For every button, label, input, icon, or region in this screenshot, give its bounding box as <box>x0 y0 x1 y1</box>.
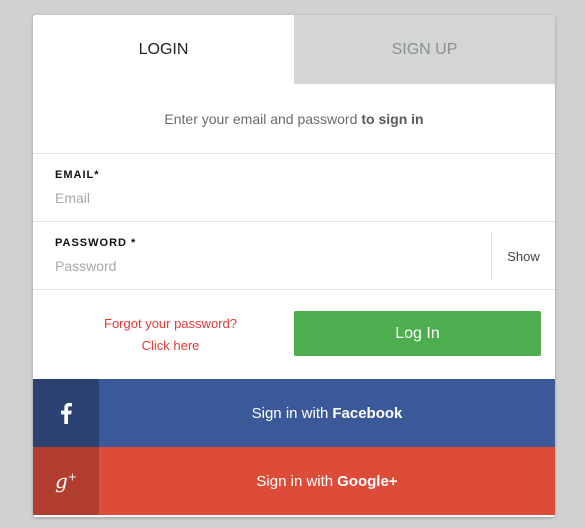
login-card: LOGIN SIGN UP Enter your email and passw… <box>33 15 555 517</box>
forgot-password: Forgot your password? Click here <box>33 290 308 379</box>
facebook-brand-text: Facebook <box>332 404 403 422</box>
google-signin-button[interactable]: g+ Sign in with Google+ <box>33 447 555 515</box>
email-field-group: EMAIL* <box>33 154 555 222</box>
password-field-group: PASSWORD * Show <box>33 222 555 290</box>
auth-tabs: LOGIN SIGN UP <box>33 15 555 84</box>
google-brand-text: Google+ <box>337 472 398 490</box>
login-button[interactable]: Log In <box>294 311 541 356</box>
google-plus-icon: g+ <box>33 447 99 515</box>
show-password-wrapper: Show <box>491 233 555 279</box>
google-signin-label: Sign in with Google+ <box>99 447 555 515</box>
google-signin-prefix: Sign in with <box>256 472 334 490</box>
facebook-signin-prefix: Sign in with <box>251 404 329 422</box>
intro-text-main: Enter your email and password <box>164 110 358 127</box>
tab-signup[interactable]: SIGN UP <box>294 15 555 84</box>
forgot-password-click-here-link[interactable]: Click here <box>142 335 200 357</box>
login-actions: Forgot your password? Click here Log In <box>33 290 555 379</box>
facebook-signin-button[interactable]: Sign in with Facebook <box>33 379 555 447</box>
facebook-signin-label: Sign in with Facebook <box>99 379 555 447</box>
show-password-button[interactable]: Show <box>507 249 540 264</box>
intro-text: Enter your email and password to sign in <box>33 84 555 154</box>
intro-text-emphasis: to sign in <box>361 110 424 127</box>
forgot-password-link[interactable]: Forgot your password? <box>104 313 237 335</box>
facebook-icon <box>33 379 99 447</box>
email-field[interactable] <box>55 190 475 206</box>
email-label: EMAIL* <box>55 169 100 181</box>
tab-login[interactable]: LOGIN <box>33 15 294 84</box>
password-field[interactable] <box>55 258 475 274</box>
password-label: PASSWORD * <box>55 237 137 249</box>
